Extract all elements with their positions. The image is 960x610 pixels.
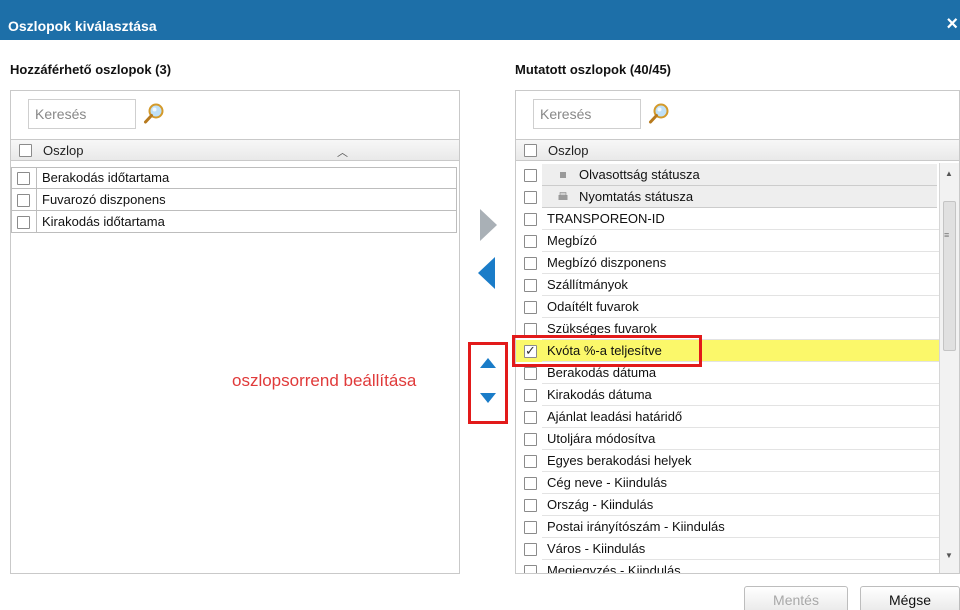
list-item[interactable]: Ajánlat leadási határidő — [516, 406, 939, 428]
row-checkbox[interactable] — [524, 191, 537, 204]
list-item-label: Egyes berakodási helyek — [547, 453, 692, 468]
list-item-label: Odaítélt fuvarok — [547, 299, 639, 314]
dialog-titlebar: Oszlopok kiválasztása × — [0, 0, 960, 40]
move-right-arrow-icon[interactable] — [478, 208, 498, 242]
selected-row-highlight — [512, 335, 702, 367]
column-header-label: Oszlop — [548, 143, 589, 158]
available-select-all-checkbox[interactable] — [19, 144, 32, 157]
close-icon[interactable]: × — [946, 14, 958, 34]
list-item[interactable]: Cég neve - Kiindulás — [516, 472, 939, 494]
list-item[interactable]: Kirakodás időtartama — [11, 211, 457, 233]
row-checkbox[interactable] — [524, 169, 537, 182]
available-columns-panel: Keresés Oszlop ︿ Berakodás időtartama Fu… — [10, 90, 460, 574]
list-item[interactable]: Megjegyzés - Kiindulás — [516, 560, 939, 574]
background-window-strip — [300, 0, 420, 6]
list-item-label: Szállítmányok — [547, 277, 628, 292]
shown-columns-title: Mutatott oszlopok (40/45) — [515, 62, 672, 77]
shown-select-all-checkbox[interactable] — [524, 144, 537, 157]
row-checkbox[interactable] — [524, 389, 537, 402]
list-item-label: Megjegyzés - Kiindulás — [547, 563, 681, 574]
list-item-label: Kirakodás dátuma — [547, 387, 652, 402]
row-checkbox[interactable] — [524, 301, 537, 314]
list-item[interactable]: Egyes berakodási helyek — [516, 450, 939, 472]
available-search-input[interactable]: Keresés — [28, 99, 136, 129]
row-checkbox[interactable] — [524, 565, 537, 573]
row-checkbox[interactable] — [524, 367, 537, 380]
list-item[interactable]: TRANSPOREON-ID — [516, 208, 939, 230]
list-item-label: Berakodás időtartama — [42, 170, 170, 185]
list-item-label: Nyomtatás státusza — [579, 189, 694, 204]
list-item-label: Cég neve - Kiindulás — [547, 475, 667, 490]
scrollbar[interactable]: ▲ ≡ ▼ — [939, 163, 959, 573]
move-left-arrow-icon[interactable] — [476, 256, 496, 290]
row-checkbox[interactable] — [17, 216, 30, 229]
list-item[interactable]: Postai irányítószám - Kiindulás — [516, 516, 939, 538]
row-checkbox[interactable] — [524, 213, 537, 226]
row-checkbox[interactable] — [17, 172, 30, 185]
row-checkbox[interactable] — [524, 257, 537, 270]
shown-columns-header[interactable]: Oszlop — [516, 139, 959, 161]
sort-ascending-icon[interactable]: ︿ — [337, 144, 348, 160]
save-button[interactable]: Mentés — [744, 586, 848, 610]
row-checkbox[interactable] — [524, 279, 537, 292]
list-item-label: Város - Kiindulás — [547, 541, 646, 556]
list-item[interactable]: Kirakodás dátuma — [516, 384, 939, 406]
scrollbar-grip-icon: ≡ — [944, 230, 950, 240]
available-columns-title: Hozzáférhető oszlopok (3) — [10, 62, 172, 77]
dialog-title: Oszlopok kiválasztása — [8, 18, 157, 34]
list-item[interactable]: Utoljára módosítva — [516, 428, 939, 450]
list-item[interactable]: Olvasottság státusza — [516, 164, 939, 186]
list-item[interactable]: Ország - Kiindulás — [516, 494, 939, 516]
list-item-label: Postai irányítószám - Kiindulás — [547, 519, 725, 534]
list-item[interactable]: Berakodás időtartama — [11, 167, 457, 189]
shown-search-input[interactable]: Keresés — [533, 99, 641, 129]
row-checkbox[interactable] — [524, 433, 537, 446]
row-checkbox[interactable] — [524, 521, 537, 534]
column-header-label: Oszlop — [43, 143, 84, 158]
row-checkbox[interactable] — [524, 543, 537, 556]
row-checkbox[interactable] — [17, 194, 30, 207]
list-item[interactable]: Fuvarozó diszponens — [11, 189, 457, 211]
list-item-label: Ajánlat leadási határidő — [547, 409, 683, 424]
list-item[interactable]: Megbízó — [516, 230, 939, 252]
list-item-label: Fuvarozó diszponens — [42, 192, 166, 207]
list-item[interactable]: Város - Kiindulás — [516, 538, 939, 560]
list-item-label: Ország - Kiindulás — [547, 497, 654, 512]
search-icon[interactable] — [648, 103, 670, 125]
list-item[interactable]: Szállítmányok — [516, 274, 939, 296]
list-item-label: Megbízó diszponens — [547, 255, 667, 270]
list-item[interactable]: Nyomtatás státusza — [516, 186, 939, 208]
scroll-up-icon[interactable]: ▲ — [945, 169, 953, 178]
list-item-label: Olvasottság státusza — [579, 167, 700, 182]
square-icon — [560, 172, 566, 178]
list-item-label: Kirakodás időtartama — [42, 214, 165, 229]
list-item-label: Szükséges fuvarok — [547, 321, 657, 336]
cancel-button[interactable]: Mégse — [860, 586, 960, 610]
shown-columns-panel: Keresés Oszlop Olvasottság státusza Nyomt… — [515, 90, 960, 574]
list-item-label: Utoljára módosítva — [547, 431, 656, 446]
reorder-controls-highlight — [468, 342, 508, 424]
row-checkbox[interactable] — [524, 477, 537, 490]
reorder-annotation: oszlopsorrend beállítása — [232, 371, 417, 390]
row-checkbox[interactable] — [524, 235, 537, 248]
available-columns-header[interactable]: Oszlop ︿ — [11, 139, 459, 161]
list-item-label: Berakodás dátuma — [547, 365, 657, 380]
list-item-label: Megbízó — [547, 233, 597, 248]
row-checkbox[interactable] — [524, 411, 537, 424]
scroll-down-icon[interactable]: ▼ — [945, 551, 953, 560]
search-icon[interactable] — [143, 103, 165, 125]
scrollbar-thumb[interactable] — [943, 201, 956, 351]
list-item-label: TRANSPOREON-ID — [547, 211, 665, 226]
printer-icon — [558, 192, 568, 200]
row-checkbox[interactable] — [524, 499, 537, 512]
row-checkbox[interactable] — [524, 455, 537, 468]
list-item[interactable]: Megbízó diszponens — [516, 252, 939, 274]
list-item[interactable]: Odaítélt fuvarok — [516, 296, 939, 318]
